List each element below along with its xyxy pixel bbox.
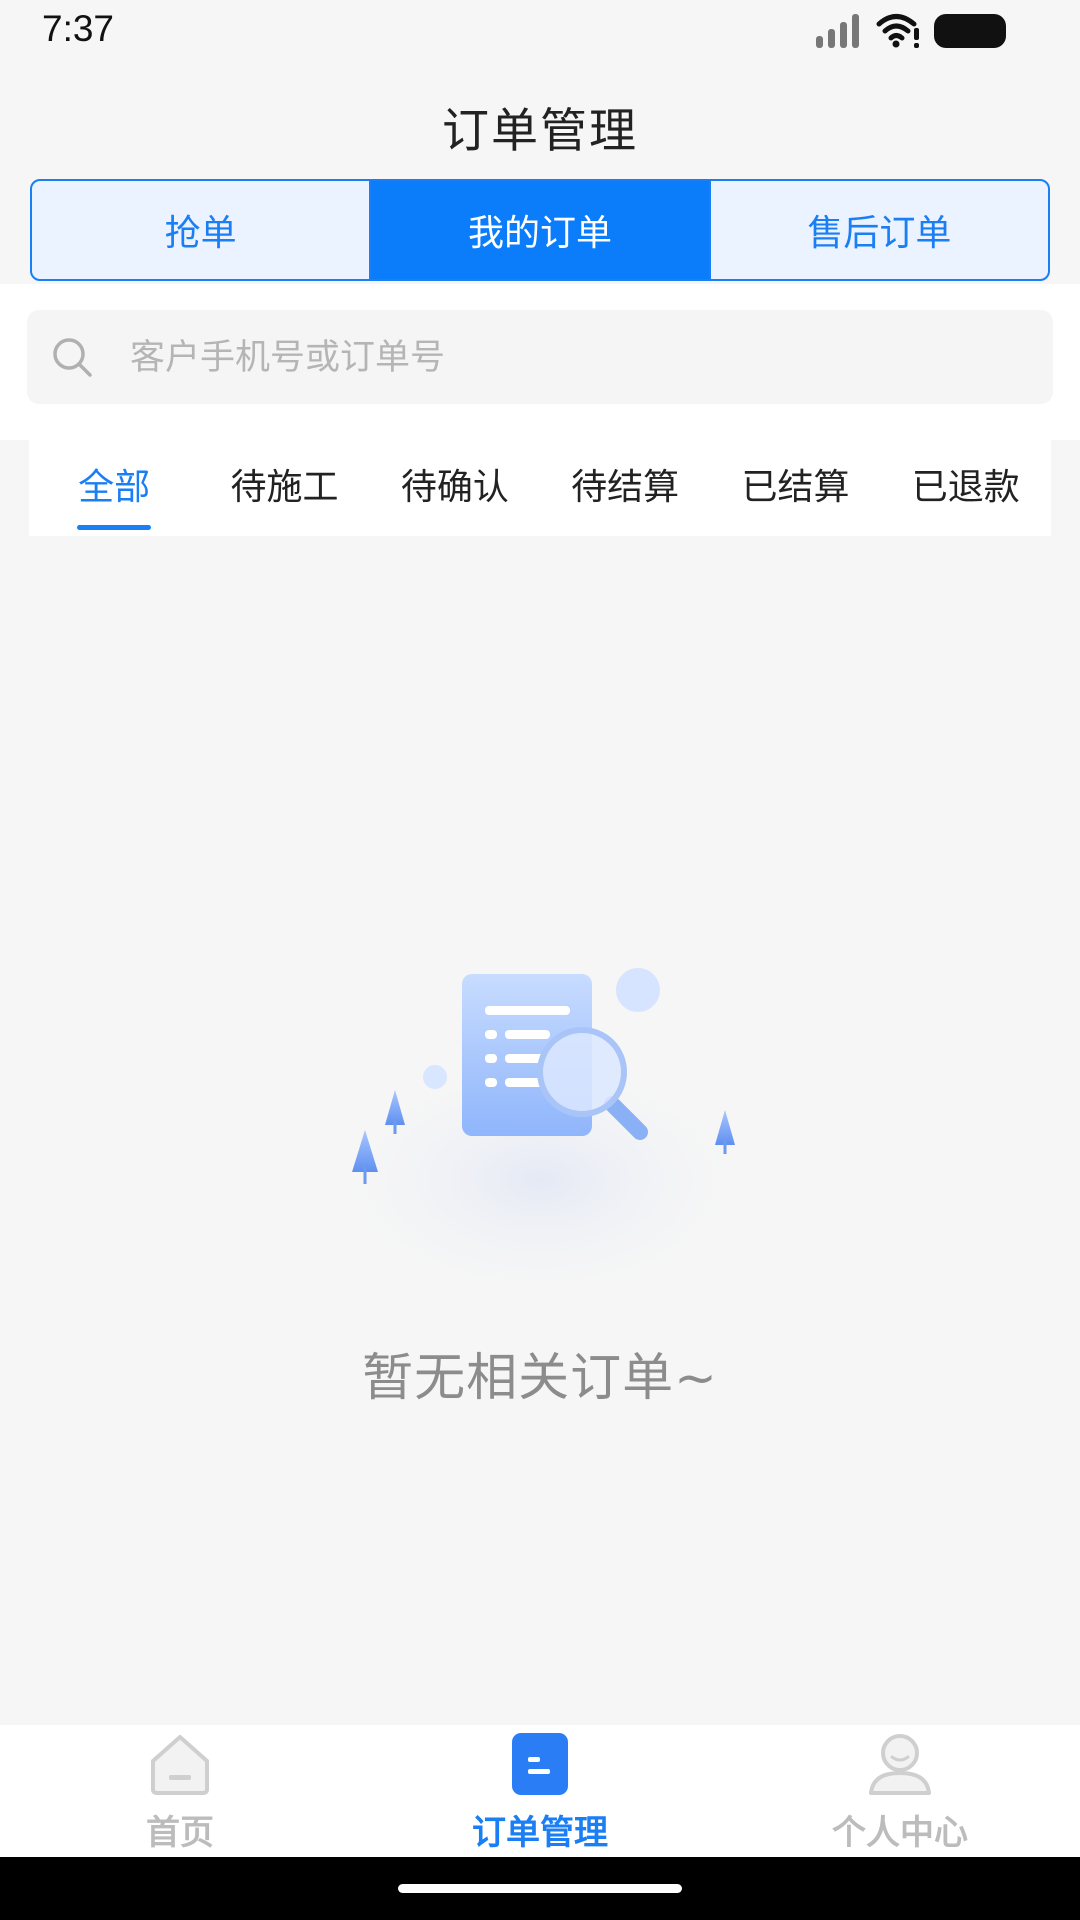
- filter-tab-refunded[interactable]: 已退款: [881, 440, 1051, 536]
- segment-my-orders[interactable]: 我的订单: [371, 181, 711, 279]
- nav-item-orders[interactable]: 订单管理: [360, 1725, 720, 1857]
- filter-tab-settled[interactable]: 已结算: [710, 440, 880, 536]
- wifi-icon: [876, 14, 919, 48]
- nav-item-home[interactable]: 首页: [0, 1725, 360, 1857]
- nav-label-home: 首页: [146, 1813, 214, 1853]
- status-bar: 7:37: [0, 0, 1080, 62]
- order-icon: [512, 1733, 568, 1795]
- filter-tab-pending-confirmation[interactable]: 待确认: [370, 440, 540, 536]
- filter-tab-all[interactable]: 全部: [29, 440, 199, 536]
- empty-document-search-icon: [315, 968, 765, 1310]
- home-indicator[interactable]: [398, 1884, 682, 1893]
- nav-label-profile: 个人中心: [832, 1813, 968, 1853]
- nav-label-orders: 订单管理: [472, 1813, 608, 1853]
- bottom-navigation: 首页 订单管理 个人中心: [0, 1725, 1080, 1857]
- nav-item-profile[interactable]: 个人中心: [720, 1725, 1080, 1857]
- home-icon: [151, 1735, 209, 1795]
- search-icon: [53, 338, 92, 377]
- status-filter-tabs: 全部 待施工 待确认 待结算 已结算 已退款: [29, 440, 1051, 536]
- status-time: 7:37: [42, 8, 115, 49]
- profile-icon: [869, 1734, 931, 1795]
- search-input[interactable]: [128, 330, 932, 386]
- filter-tab-pending-settlement[interactable]: 待结算: [540, 440, 710, 536]
- order-type-segmented-control: 抢单 我的订单 售后订单: [30, 179, 1050, 281]
- battery-icon: [934, 14, 1006, 48]
- cellular-signal-icon: [816, 14, 859, 48]
- battery-tip: [1000, 23, 1006, 39]
- filter-tab-pending-construction[interactable]: 待施工: [199, 440, 369, 536]
- page-title: 订单管理: [442, 104, 638, 159]
- segment-grab-orders[interactable]: 抢单: [32, 181, 372, 279]
- segment-after-sales-orders[interactable]: 售后订单: [711, 181, 1048, 279]
- empty-state-message: 暂无相关订单~: [362, 1349, 718, 1408]
